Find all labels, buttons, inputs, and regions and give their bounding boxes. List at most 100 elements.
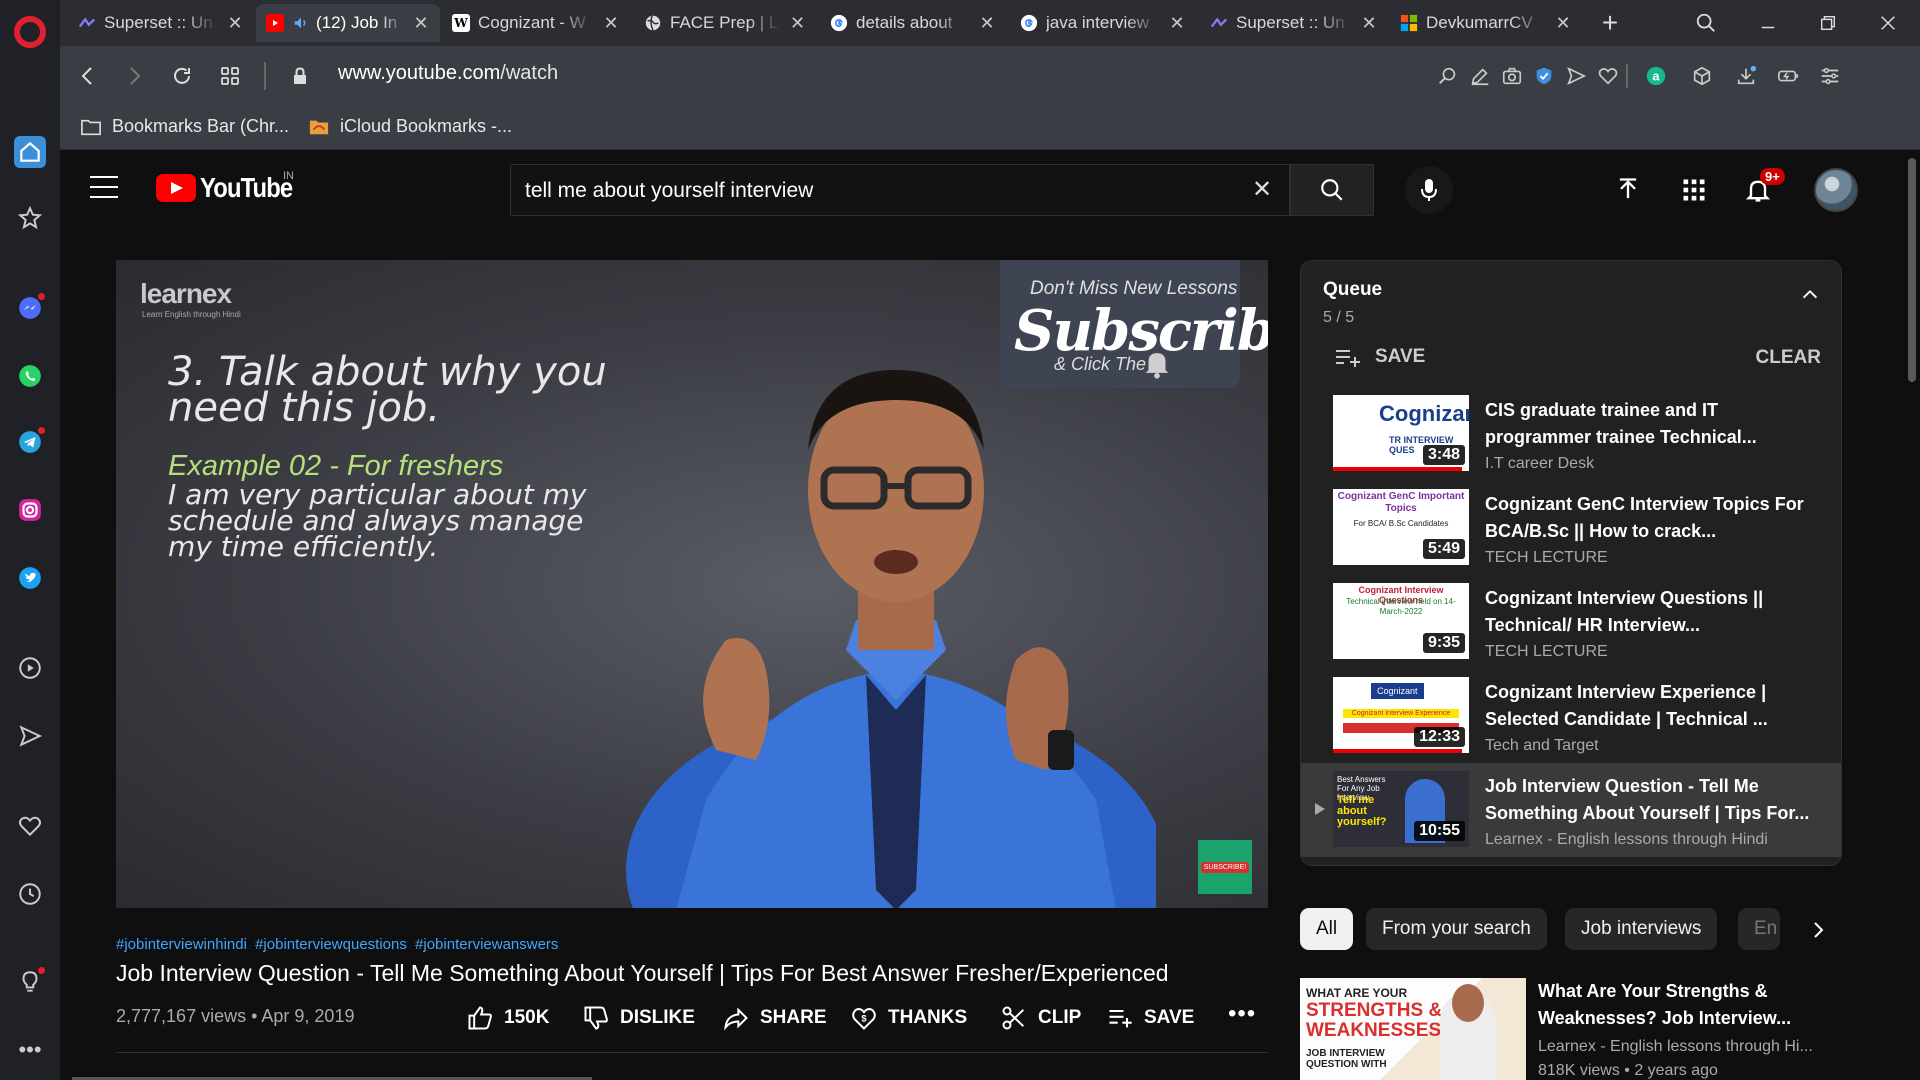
bookmark-folder-chrome[interactable]: Bookmarks Bar (Chr... [80, 116, 289, 137]
whatsapp-icon[interactable] [14, 360, 46, 392]
queue-item[interactable]: Cognizant GenC Important Topics For BCA/… [1301, 481, 1841, 575]
close-icon[interactable]: ✕ [1168, 13, 1186, 34]
reload-button[interactable] [166, 60, 198, 92]
flow-send-icon[interactable] [1562, 62, 1590, 90]
star-icon[interactable] [14, 202, 46, 234]
bookmark-folder-icloud[interactable]: iCloud Bookmarks -... [308, 116, 512, 137]
upload-icon[interactable] [1612, 174, 1644, 206]
close-icon[interactable]: ✕ [412, 13, 430, 34]
speed-dial-icon[interactable] [214, 60, 246, 92]
close-icon[interactable]: ✕ [1554, 13, 1572, 34]
opera-logo-icon[interactable] [14, 16, 46, 48]
avatar[interactable] [1814, 168, 1858, 212]
close-icon[interactable]: ✕ [789, 13, 806, 34]
search-input[interactable] [525, 177, 1225, 205]
tab-superset-1[interactable]: Superset :: Un ✕ [68, 4, 254, 42]
chip-english[interactable]: En [1738, 908, 1780, 950]
messenger-icon[interactable] [14, 292, 46, 324]
queue-item[interactable]: Cognizant Cognizant Interview Experience… [1301, 669, 1841, 763]
new-tab-button[interactable]: + [1594, 7, 1626, 38]
queue-video-title: Cognizant Interview Questions || Technic… [1485, 588, 1764, 635]
chip-from-your-search[interactable]: From your search [1366, 908, 1547, 950]
hashtag-link[interactable]: #jobinterviewinhindi [116, 936, 247, 953]
thumbnail-text: Tell me about yourself? [1337, 794, 1387, 828]
hashtag-link[interactable]: #jobinterviewquestions [255, 936, 407, 953]
mini-subscribe-button[interactable]: SUBSCRIBE! [1198, 840, 1252, 894]
close-icon[interactable]: ✕ [1360, 13, 1378, 34]
heart-icon[interactable] [14, 810, 46, 842]
close-icon[interactable]: ✕ [978, 13, 996, 34]
queue-clear-button[interactable]: CLEAR [1756, 347, 1821, 369]
battery-saver-icon[interactable] [1774, 62, 1802, 90]
twitter-icon[interactable] [14, 562, 46, 594]
voice-search-button[interactable] [1405, 166, 1453, 214]
url-text[interactable]: www.youtube.com/watch [338, 62, 558, 85]
cube-icon[interactable] [1688, 62, 1716, 90]
thanks-button[interactable]: $ THANKS [850, 1000, 967, 1036]
heart-icon[interactable] [1594, 62, 1622, 90]
home-icon[interactable] [14, 136, 46, 168]
notifications-bell-icon[interactable]: 9+ [1742, 168, 1785, 206]
folder-icon [309, 120, 329, 134]
page-scrollbar-thumb[interactable] [1908, 158, 1916, 382]
close-icon[interactable]: ✕ [602, 13, 620, 34]
dislike-button[interactable]: DISLIKE [582, 1000, 695, 1036]
history-clock-icon[interactable] [14, 878, 46, 910]
send-icon[interactable] [14, 720, 46, 752]
more-sidebar-icon[interactable]: ••• [14, 1034, 46, 1066]
video-player[interactable]: learnex Learn English through Hindi 3. T… [116, 260, 1268, 908]
share-button[interactable]: SHARE [722, 1000, 827, 1036]
watch-progress-bar [1333, 467, 1463, 471]
instagram-icon[interactable] [14, 494, 46, 526]
recommended-video-title[interactable]: What Are Your Strengths & Weaknesses? Jo… [1538, 978, 1838, 1032]
queue-item-now-playing[interactable]: Best Answers For Any Job Interview Tell … [1301, 763, 1841, 857]
tab-youtube[interactable]: (12) Job In ✕ [256, 4, 440, 42]
close-icon[interactable]: ✕ [226, 13, 244, 34]
tab-google-details[interactable]: details about ✕ [820, 4, 1006, 42]
tab-google-java[interactable]: java interview ✕ [1010, 4, 1196, 42]
clear-search-icon[interactable]: ✕ [1249, 177, 1275, 203]
queue-save-button[interactable]: SAVE [1333, 345, 1425, 369]
speaker-icon[interactable] [292, 14, 310, 32]
thumbnail-subtext: Cognizant Interview Experience [1343, 709, 1459, 718]
queue-item[interactable]: Cognizant TR INTERVIEW QUES 3:48 CIS gra… [1301, 387, 1841, 481]
camera-icon[interactable] [1498, 62, 1526, 90]
thumbnail-person-head [1452, 984, 1484, 1022]
like-button[interactable]: 150K [466, 1000, 549, 1036]
download-icon[interactable] [1732, 62, 1760, 90]
telegram-icon[interactable] [14, 426, 46, 458]
chip-all[interactable]: All [1300, 908, 1354, 950]
lightbulb-icon[interactable] [14, 966, 46, 998]
clip-button[interactable]: CLIP [1000, 1000, 1081, 1036]
chevron-right-icon[interactable] [1806, 918, 1830, 942]
tab-devkumar-cv[interactable]: DevkumarrCV ✕ [1390, 4, 1582, 42]
queue-item[interactable]: Cognizant Interview Questions Technical … [1301, 575, 1841, 669]
edit-icon[interactable] [1466, 62, 1494, 90]
tab-superset-2[interactable]: Superset :: Un ✕ [1200, 4, 1388, 42]
close-window-button[interactable] [1872, 8, 1904, 38]
queue-channel-name: I.T career Desk [1485, 455, 1595, 472]
minimize-button[interactable] [1752, 8, 1784, 38]
tab-faceprep[interactable]: FACE Prep | La ✕ [634, 4, 816, 42]
more-actions-icon[interactable]: ••• [1228, 1000, 1256, 1028]
extension-a-icon[interactable]: a [1642, 62, 1670, 90]
forward-button[interactable] [118, 60, 150, 92]
shield-icon[interactable] [1530, 62, 1558, 90]
chevron-up-icon[interactable] [1799, 283, 1821, 305]
menu-icon[interactable] [90, 176, 118, 198]
recommended-thumbnail[interactable]: WHAT ARE YOUR STRENGTHS & WEAKNESSES JOB… [1300, 978, 1526, 1080]
recommended-channel-name[interactable]: Learnex - English lessons through Hi... [1538, 1038, 1813, 1056]
apps-grid-icon[interactable] [1678, 174, 1710, 206]
search-button[interactable] [1290, 164, 1374, 216]
easy-setup-icon[interactable] [1816, 62, 1844, 90]
chip-job-interviews[interactable]: Job interviews [1565, 908, 1718, 950]
player-icon[interactable] [14, 652, 46, 684]
tab-search-icon[interactable] [1690, 8, 1722, 38]
zoom-search-icon[interactable] [1434, 62, 1462, 90]
tab-wikipedia[interactable]: W Cognizant - W ✕ [442, 4, 630, 42]
lock-icon[interactable] [284, 60, 316, 92]
restore-button[interactable] [1812, 8, 1844, 38]
hashtag-link[interactable]: #jobinterviewanswers [415, 936, 558, 953]
back-button[interactable] [72, 60, 104, 92]
save-video-button[interactable]: SAVE [1106, 1000, 1194, 1036]
